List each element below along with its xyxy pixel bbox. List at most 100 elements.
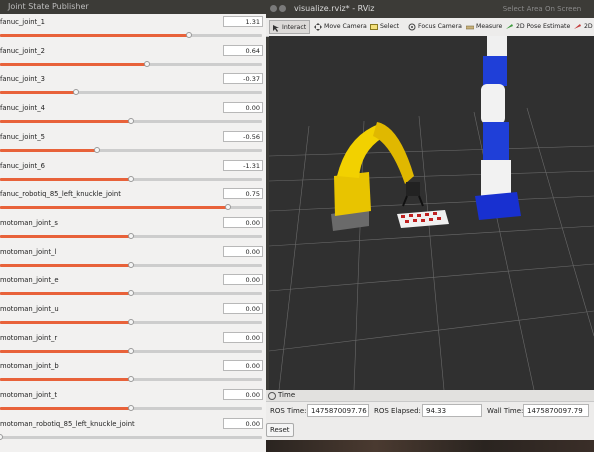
joint-slider-handle[interactable] [185,32,192,38]
joint-value-field[interactable]: 0.00 [223,102,263,114]
joint-state-publisher-window: Joint State Publisher fanuc_joint_1 1.31 f… [0,0,266,452]
joint-slider-handle[interactable] [128,290,134,297]
joint-name: fanuc_joint_4 [0,104,45,113]
joint-slider-handle[interactable] [72,89,79,96]
joint-name: fanuc_joint_3 [0,75,45,84]
joint-value-field[interactable]: 1.31 [223,16,263,27]
joint-slider[interactable] [0,32,262,38]
joint-value-field[interactable]: -0.37 [223,73,263,85]
joint-row: motoman_joint_e 0.00 [0,274,266,303]
joint-row: fanuc_joint_1 1.31 [0,16,266,45]
joint-slider[interactable] [0,118,262,125]
joint-value-field[interactable]: 0.00 [223,303,263,314]
joint-slider-fill [0,62,147,66]
joint-value-field[interactable]: 0.00 [223,360,263,372]
ros-elapsed-field[interactable]: 94.33 [422,404,482,417]
rviz-window: visualize.rviz* - RViz Interact Move Cam… [266,0,594,452]
tool-label: Measure [476,23,503,30]
joint-slider[interactable] [0,405,262,412]
joint-row: fanuc_joint_3 -0.37 [0,73,266,102]
joint-slider[interactable] [0,232,262,239]
tool-2d-pose-estimate[interactable]: 2D Pose Estimate [504,20,573,34]
joint-name: motoman_joint_l [0,247,57,256]
joint-value-field[interactable]: 0.00 [223,417,263,429]
tool-label: 2D [584,23,593,30]
joint-value-field[interactable]: 0.00 [223,274,263,286]
pose-estimate-icon [506,23,514,31]
joint-value-field[interactable]: 0.00 [223,389,263,401]
joint-slider-handle[interactable] [128,405,134,412]
joint-slider[interactable] [0,175,262,182]
reset-button[interactable]: Reset [266,423,294,437]
joint-value-field[interactable]: 0.00 [223,331,263,343]
joint-slider-handle[interactable] [93,146,100,153]
joint-value-field[interactable]: -0.56 [223,130,263,142]
joint-slider-fill [0,321,131,324]
ros-time-label: ROS Time: [270,407,307,415]
joint-value-field[interactable]: 0.00 [223,245,263,257]
joint-slider[interactable] [0,261,262,268]
joint-row: motoman_joint_t 0.00 [0,389,266,418]
joint-slider[interactable] [0,319,262,325]
ros-elapsed-label: ROS Elapsed: [374,407,421,415]
time-panel-title: Time [278,391,296,399]
joint-slider-handle[interactable] [128,319,134,325]
joint-slider[interactable] [0,290,262,297]
joint-slider[interactable] [0,146,262,153]
joint-name: fanuc_joint_6 [0,161,45,170]
tool-label: Focus Camera [418,23,462,30]
tool-label: Interact [282,24,307,31]
time-panel-header: Time [266,390,594,402]
tool-focus-camera[interactable]: Focus Camera [406,20,465,34]
joint-name: motoman_joint_t [0,391,58,400]
joint-name: fanuc_joint_5 [0,132,45,141]
wall-time-field[interactable]: 1475870097.79 [523,404,589,417]
joint-slider[interactable] [0,347,262,354]
ros-time-field[interactable]: 1475870097.76 [307,404,369,417]
joint-row: fanuc_joint_2 0.64 [0,44,266,74]
close-window-icon[interactable] [270,5,277,12]
tool-interact[interactable]: Interact [269,20,311,34]
joint-row: fanuc_joint_5 -0.56 [0,130,266,160]
joint-slider-handle[interactable] [128,261,134,268]
joint-value-field[interactable]: 0.64 [223,44,263,56]
joint-name: motoman_joint_e [0,276,59,285]
rviz-toolbar: Interact Move Camera Select Focus Camera… [266,18,594,37]
joint-slider[interactable] [0,376,262,383]
joint-slider-fill [0,34,189,37]
joint-slider-handle[interactable] [224,204,231,211]
joint-row: motoman_joint_u 0.00 [0,303,266,332]
joint-row: motoman_robotiq_85_left_knuckle_joint 0.0… [0,417,266,447]
joint-value-field[interactable]: 0.00 [223,216,263,228]
tool-measure[interactable]: Measure [464,20,505,34]
joint-slider[interactable] [0,433,262,440]
joint-row: motoman_joint_r 0.00 [0,331,266,361]
wall-time-label: Wall Time: [487,407,524,415]
joint-value-field[interactable]: -1.31 [223,159,263,171]
joint-slider-handle[interactable] [128,232,134,239]
joint-slider-handle[interactable] [143,60,150,67]
scene [269,36,594,390]
joint-slider-handle[interactable] [128,347,134,354]
tool-move-camera[interactable]: Move Camera [312,20,370,34]
joint-slider-fill [0,349,131,353]
select-icon [370,23,378,31]
joint-slider-handle[interactable] [128,175,134,182]
joint-value-field[interactable]: 0.75 [223,188,263,200]
joint-slider-handle[interactable] [128,376,134,383]
joint-slider[interactable] [0,204,262,211]
joint-name: motoman_joint_b [0,362,59,371]
joint-slider-fill [0,206,228,210]
joint-name: motoman_robotiq_85_left_knuckle_joint [0,419,135,428]
tool-2d-nav-goal[interactable]: 2D [572,20,594,34]
joint-row: fanuc_joint_6 -1.31 [0,159,266,189]
tool-select[interactable]: Select [368,20,402,34]
joint-name: fanuc_joint_1 [0,18,45,26]
joint-slider-handle[interactable] [0,433,3,440]
minimize-window-icon[interactable] [279,5,286,12]
joint-slider-handle[interactable] [128,118,134,125]
joint-slider[interactable] [0,89,262,96]
joint-row: motoman_joint_b 0.00 [0,360,266,389]
joint-slider[interactable] [0,60,262,67]
3d-viewport[interactable] [269,36,594,390]
